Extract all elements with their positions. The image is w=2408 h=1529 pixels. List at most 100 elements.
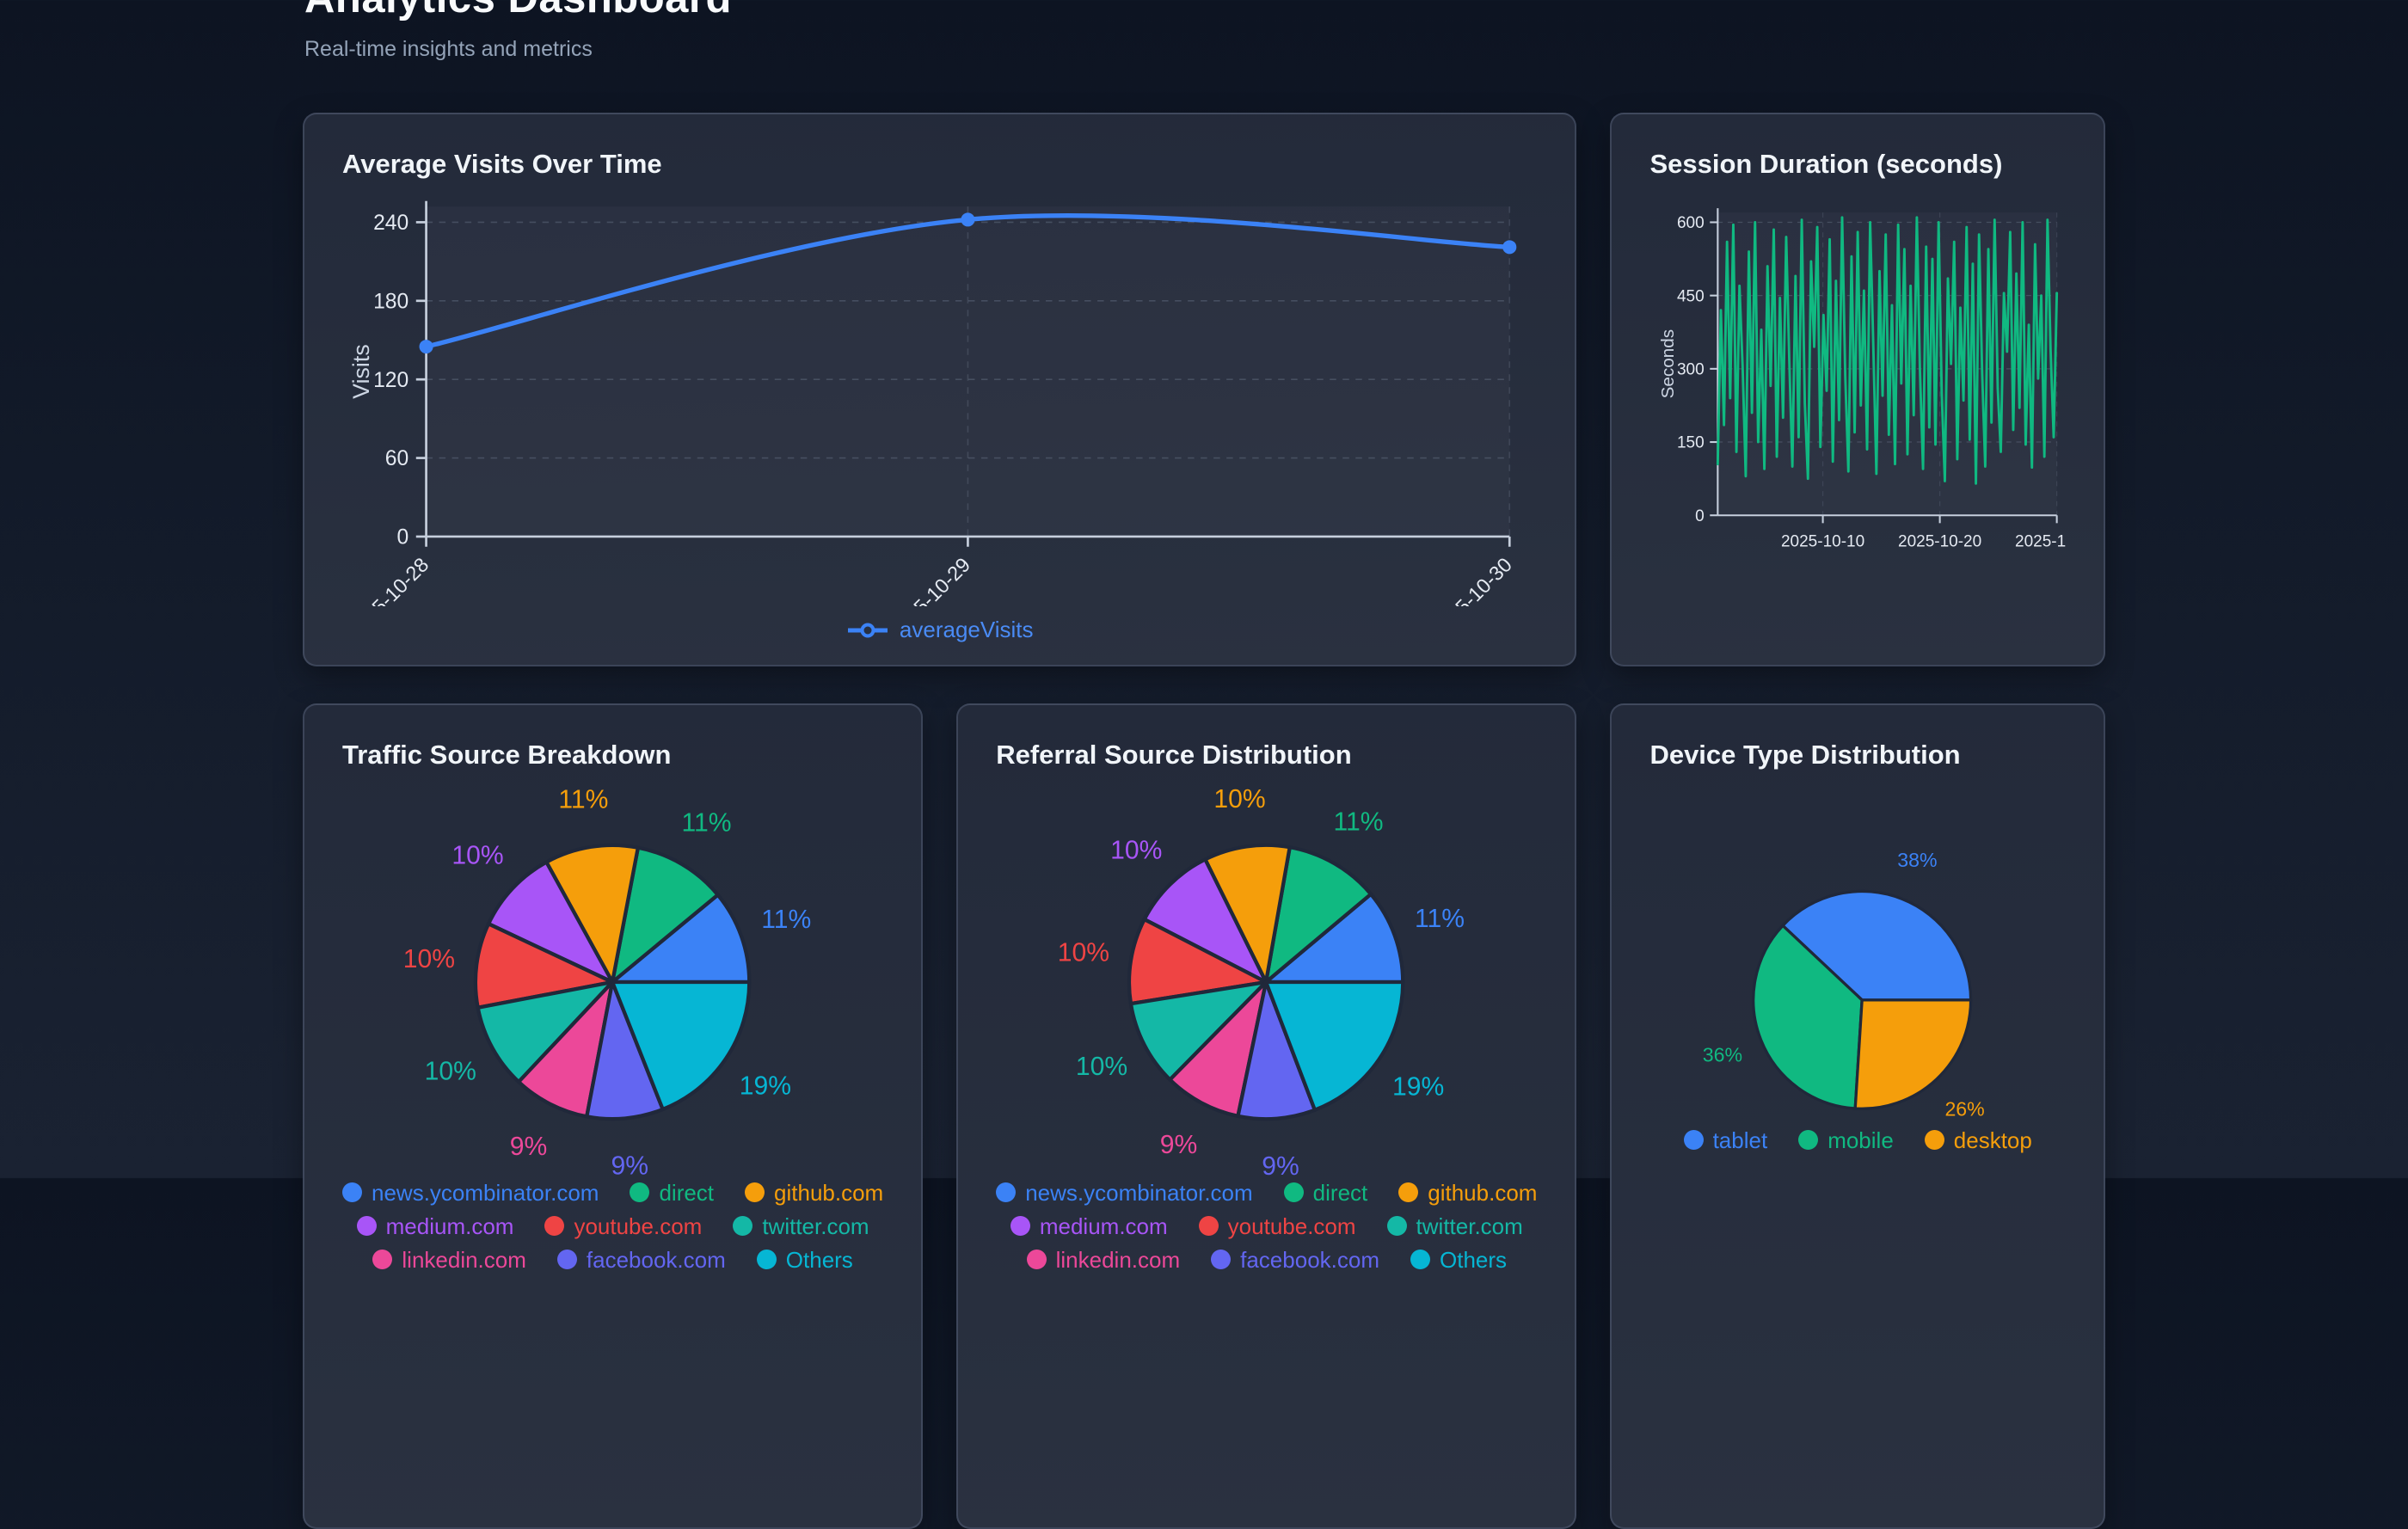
chart-title-session-duration: Session Duration (seconds) [1649, 149, 2066, 180]
legend-item-news-ycombinator-com[interactable]: news.ycombinator.com [342, 1180, 599, 1206]
legend-dot-icon [342, 1182, 362, 1202]
svg-text:19%: 19% [1392, 1073, 1444, 1102]
svg-text:10%: 10% [452, 842, 503, 870]
legend-item-news-ycombinator-com[interactable]: news.ycombinator.com [996, 1180, 1252, 1206]
legend-dot-icon [757, 1250, 777, 1269]
svg-text:11%: 11% [1334, 808, 1384, 837]
legend-item-linkedin-com[interactable]: linkedin.com [372, 1247, 526, 1273]
session-duration-line-chart: 0150300450600Seconds2025-10-102025-10-20… [1649, 188, 2066, 558]
legend-row: medium.com youtube.com twitter.com [1010, 1213, 1523, 1239]
page-subtitle: Real-time insights and metrics [304, 36, 2105, 62]
legend-dot-icon [1387, 1216, 1407, 1236]
legend-item-others[interactable]: Others [1410, 1247, 1507, 1273]
legend-label: Others [1440, 1247, 1507, 1273]
legend-label: Others [786, 1247, 853, 1273]
svg-text:2025-10-28: 2025-10-28 [344, 553, 433, 606]
svg-text:9%: 9% [611, 1152, 649, 1176]
legend-item-desktop[interactable]: desktop [1925, 1127, 2032, 1153]
legend-dot-icon [1027, 1250, 1047, 1269]
svg-text:9%: 9% [1262, 1152, 1300, 1176]
legend-label: github.com [1428, 1180, 1537, 1206]
svg-text:38%: 38% [1898, 849, 1938, 871]
svg-text:19%: 19% [740, 1072, 791, 1100]
legend-item-direct[interactable]: direct [630, 1180, 714, 1206]
legend-item-medium-com[interactable]: medium.com [357, 1213, 514, 1239]
legend-item-linkedin-com[interactable]: linkedin.com [1027, 1247, 1181, 1273]
svg-text:10%: 10% [403, 945, 455, 973]
legend-label: linkedin.com [1056, 1247, 1181, 1273]
legend-dot-icon [544, 1216, 564, 1236]
legend-dot-icon [745, 1182, 765, 1202]
svg-text:26%: 26% [1945, 1098, 1985, 1121]
legend-dot-icon [1199, 1216, 1219, 1236]
svg-text:2025-10-20: 2025-10-20 [1898, 533, 1981, 551]
legend-item-twitter-com[interactable]: twitter.com [1387, 1213, 1523, 1239]
svg-text:10%: 10% [1110, 837, 1162, 865]
svg-text:2025-10-29: 2025-10-29 [886, 553, 975, 606]
legend-item-average-visits[interactable]: averageVisits [342, 617, 1537, 643]
legend-item-youtube-com[interactable]: youtube.com [544, 1213, 702, 1239]
legend-row: linkedin.com facebook.com Others [372, 1247, 852, 1273]
legend-item-tablet[interactable]: tablet [1684, 1127, 1768, 1153]
legend-item-facebook-com[interactable]: facebook.com [1211, 1247, 1379, 1273]
traffic-source-legend: news.ycombinator.com direct github.com medi… [342, 1180, 883, 1273]
legend-label: medium.com [386, 1213, 514, 1239]
legend-label: twitter.com [1416, 1213, 1523, 1239]
chart-title-device-type: Device Type Distribution [1649, 740, 2066, 771]
legend-row: tablet mobile desktop [1684, 1127, 2032, 1153]
svg-text:10%: 10% [425, 1057, 476, 1085]
legend-dot-icon [557, 1250, 577, 1269]
dashboard-page: Analytics Dashboard Real-time insights a… [303, 0, 2105, 1529]
legend-dot-icon [1010, 1216, 1030, 1236]
legend-dot-icon [372, 1250, 392, 1269]
legend-item-facebook-com[interactable]: facebook.com [557, 1247, 726, 1273]
svg-text:Seconds: Seconds [1659, 329, 1679, 398]
svg-text:2025-10-30: 2025-10-30 [1427, 553, 1516, 606]
card-device-type: Device Type Distribution 38% 36% 26% table… [1610, 703, 2105, 1529]
svg-text:0: 0 [396, 526, 408, 550]
chart-title-traffic-source: Traffic Source Breakdown [342, 740, 883, 771]
legend-label: tablet [1713, 1127, 1768, 1153]
svg-text:Visits: Visits [348, 344, 374, 399]
device-type-pie-chart: 38% 36% 26% [1649, 774, 2066, 1124]
svg-text:10%: 10% [1058, 939, 1109, 967]
legend-label: news.ycombinator.com [1025, 1180, 1252, 1206]
legend-item-direct[interactable]: direct [1284, 1180, 1368, 1206]
legend-item-github-com[interactable]: github.com [745, 1180, 883, 1206]
legend-label: github.com [774, 1180, 883, 1206]
svg-text:11%: 11% [681, 809, 731, 838]
legend-row: linkedin.com facebook.com Others [1027, 1247, 1507, 1273]
svg-text:11%: 11% [1415, 905, 1465, 933]
legend-label: medium.com [1040, 1213, 1168, 1239]
legend-item-others[interactable]: Others [757, 1247, 853, 1273]
legend-dot-icon [733, 1216, 752, 1236]
page-header: Analytics Dashboard Real-time insights a… [303, 0, 2105, 62]
legend-item-github-com[interactable]: github.com [1398, 1180, 1537, 1206]
svg-text:10%: 10% [1214, 785, 1266, 814]
svg-text:2025-10-30: 2025-10-30 [2015, 533, 2066, 551]
traffic-source-pie-chart: 11%11%11%10%10%10%9%9%19% [342, 774, 883, 1176]
device-type-legend: tablet mobile desktop [1649, 1127, 2066, 1153]
legend-item-twitter-com[interactable]: twitter.com [733, 1213, 869, 1239]
legend-row: medium.com youtube.com twitter.com [357, 1213, 869, 1239]
legend-label: youtube.com [1228, 1213, 1356, 1239]
legend-label: mobile [1828, 1127, 1894, 1153]
legend-label: facebook.com [1240, 1247, 1379, 1273]
legend-label: desktop [1954, 1127, 2032, 1153]
legend-dot-icon [357, 1216, 377, 1236]
legend-label: averageVisits [900, 617, 1034, 643]
legend-item-youtube-com[interactable]: youtube.com [1199, 1213, 1356, 1239]
average-visits-line-chart: 060120180240Visits2025-10-282025-10-2920… [342, 192, 1537, 606]
svg-text:600: 600 [1677, 214, 1705, 232]
legend-dot-icon [630, 1182, 649, 1202]
legend-dot-icon [996, 1182, 1016, 1202]
card-traffic-source: Traffic Source Breakdown 11%11%11%10%10%… [303, 703, 923, 1529]
chart-title-referral-source: Referral Source Distribution [996, 740, 1537, 771]
legend-label: linkedin.com [402, 1247, 526, 1273]
page-title: Analytics Dashboard [304, 0, 2105, 22]
legend-label: youtube.com [574, 1213, 702, 1239]
svg-text:36%: 36% [1703, 1044, 1742, 1066]
legend-dot-icon [1398, 1182, 1418, 1202]
legend-item-medium-com[interactable]: medium.com [1010, 1213, 1168, 1239]
legend-item-mobile[interactable]: mobile [1798, 1127, 1894, 1153]
